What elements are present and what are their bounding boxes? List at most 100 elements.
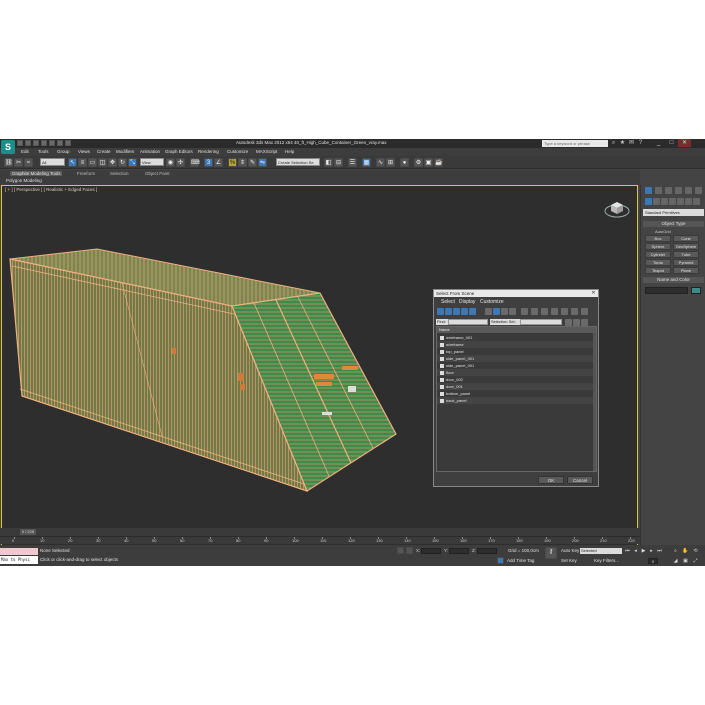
keyboard-shortcut-icon[interactable]: ⌨ [190,158,200,167]
box-button[interactable]: Box [645,235,671,242]
layer-manager-icon[interactable]: ☰ [348,158,357,167]
cancel-button[interactable]: Cancel [567,476,593,484]
cameras-icon[interactable] [669,198,676,205]
redo-icon[interactable] [49,140,55,146]
time-slider[interactable]: 0 / 225 [0,528,640,536]
maxscript-listener-input[interactable] [0,548,38,555]
z-coordinate-field[interactable] [477,548,497,554]
geometry-icon[interactable] [645,198,652,205]
lock-selection-icon[interactable] [397,547,404,554]
menu-help[interactable]: Help [285,149,294,154]
save-file-icon[interactable] [33,140,39,146]
next-frame-icon[interactable]: ▸ [648,548,655,554]
undo-icon[interactable] [41,140,47,146]
current-frame-field[interactable]: 0 [648,558,658,564]
set-key-button[interactable]: Set Key [561,558,577,563]
bind-space-warp-icon[interactable]: ≈ [24,158,33,167]
torus-button[interactable]: Torus [645,259,671,266]
select-manipulate-icon[interactable]: ✣ [176,158,185,167]
zoom-extents-icon[interactable]: ▣ [682,558,689,564]
search-input[interactable]: Type a keyword or phrase [542,140,608,147]
delete-selection-set-icon[interactable] [581,319,588,326]
menu-rendering[interactable]: Rendering [198,149,219,154]
reference-coordinate-dropdown[interactable]: View [140,158,164,166]
lights-icon[interactable] [661,198,668,205]
menu-animation[interactable]: Animation [140,149,160,154]
maximize-button[interactable]: □ [665,139,678,147]
display-lights-icon[interactable] [453,308,460,315]
pyramid-button[interactable]: Pyramid [673,259,699,266]
autogrid-checkbox[interactable]: AutoGrid [655,229,671,234]
edit-named-selection-icon[interactable]: ✎ [248,158,257,167]
mirror-icon[interactable]: ⇋ [258,158,267,167]
key-filters-button[interactable]: Key Filters... [594,558,619,563]
list-item[interactable]: side_panel_001 [437,362,596,369]
viewcube-icon[interactable] [603,197,631,219]
fetch-icon[interactable] [65,140,71,146]
frame-counter[interactable]: 0 / 225 [20,529,36,535]
perspective-viewport[interactable]: [ + ] [ Perspective ] [ Realistic + Edge… [1,185,638,566]
communication-icon[interactable]: ✉ [628,140,635,147]
systems-icon[interactable] [693,198,700,205]
display-helpers-icon[interactable] [469,308,476,315]
set-key-icon[interactable]: ⚷ [545,547,557,559]
orbit-icon[interactable]: ⟲ [692,548,699,554]
ok-button[interactable]: OK [538,476,564,484]
display-all-icon[interactable] [521,308,528,315]
object-name-field[interactable] [645,287,688,294]
object-color-swatch[interactable] [691,287,701,294]
snaps-toggle-icon[interactable]: 3 [204,158,213,167]
spinner-snap-icon[interactable]: ⇕ [238,158,247,167]
display-shapes-icon[interactable] [445,308,452,315]
menu-create[interactable]: Create [97,149,111,154]
menu-maxscript[interactable]: MAXScript [256,149,277,154]
menu-tools[interactable]: Tools [38,149,49,154]
menu-customize[interactable]: Customize [227,149,248,154]
display-geometry-icon[interactable] [437,308,444,315]
rectangular-selection-icon[interactable]: ▭ [88,158,97,167]
tab-selection[interactable]: Selection [110,171,129,176]
pivot-center-icon[interactable]: ◉ [166,158,175,167]
primitive-type-dropdown[interactable]: Standard Primitives [643,209,704,216]
select-rotate-icon[interactable]: ↻ [118,158,127,167]
column-header-name[interactable]: Name [437,327,596,333]
dialog-menu-select[interactable]: Select [441,299,455,305]
tube-button[interactable]: Tube [673,251,699,258]
pan-icon[interactable]: ✋ [682,548,689,554]
angle-snap-icon[interactable]: ∠ [214,158,223,167]
time-tag-icon[interactable] [497,557,504,564]
object-type-rollout[interactable]: Object Type [643,221,704,227]
select-by-name-icon[interactable]: ≡ [78,158,87,167]
list-item[interactable]: floor [437,369,596,376]
select-none-icon[interactable] [561,308,568,315]
help-icon[interactable]: ? [637,140,644,147]
geosphere-button[interactable]: GeoSphere [673,243,699,250]
display-invert-icon[interactable] [541,308,548,315]
add-time-tag[interactable]: Add Time Tag [507,558,534,563]
display-tab-icon[interactable] [685,187,692,194]
select-all-icon[interactable] [551,308,558,315]
hold-icon[interactable] [57,140,63,146]
list-item[interactable]: back_panel [437,397,596,404]
graphite-tools-icon[interactable]: ▦ [362,158,371,167]
display-xrefs-icon[interactable] [501,308,508,315]
maxscript-listener-output[interactable]: Max to Physc [0,556,38,564]
cone-button[interactable]: Cone [673,235,699,242]
subscription-icon[interactable]: ★ [619,140,626,147]
cylinder-button[interactable]: Cylinder [645,251,671,258]
utilities-tab-icon[interactable] [695,187,702,194]
select-invert-icon[interactable] [571,308,578,315]
helpers-icon[interactable] [677,198,684,205]
minimize-button[interactable]: _ [652,139,665,147]
display-cameras-icon[interactable] [461,308,468,315]
list-item[interactable]: side_panel_001 [437,355,596,362]
go-to-end-icon[interactable]: ⏭ [656,548,663,554]
new-file-icon[interactable] [17,140,23,146]
selection-set-dropdown[interactable] [520,319,562,325]
play-icon[interactable]: ▶ [640,548,647,554]
ribbon-panel-polygon-modeling[interactable]: Polygon Modeling [6,178,42,183]
list-item[interactable]: door_002 [437,376,596,383]
selection-filter-dropdown[interactable]: All [40,158,65,166]
tab-freeform[interactable]: Freeform [77,171,95,176]
tab-object-paint[interactable]: Object Paint [145,171,170,176]
